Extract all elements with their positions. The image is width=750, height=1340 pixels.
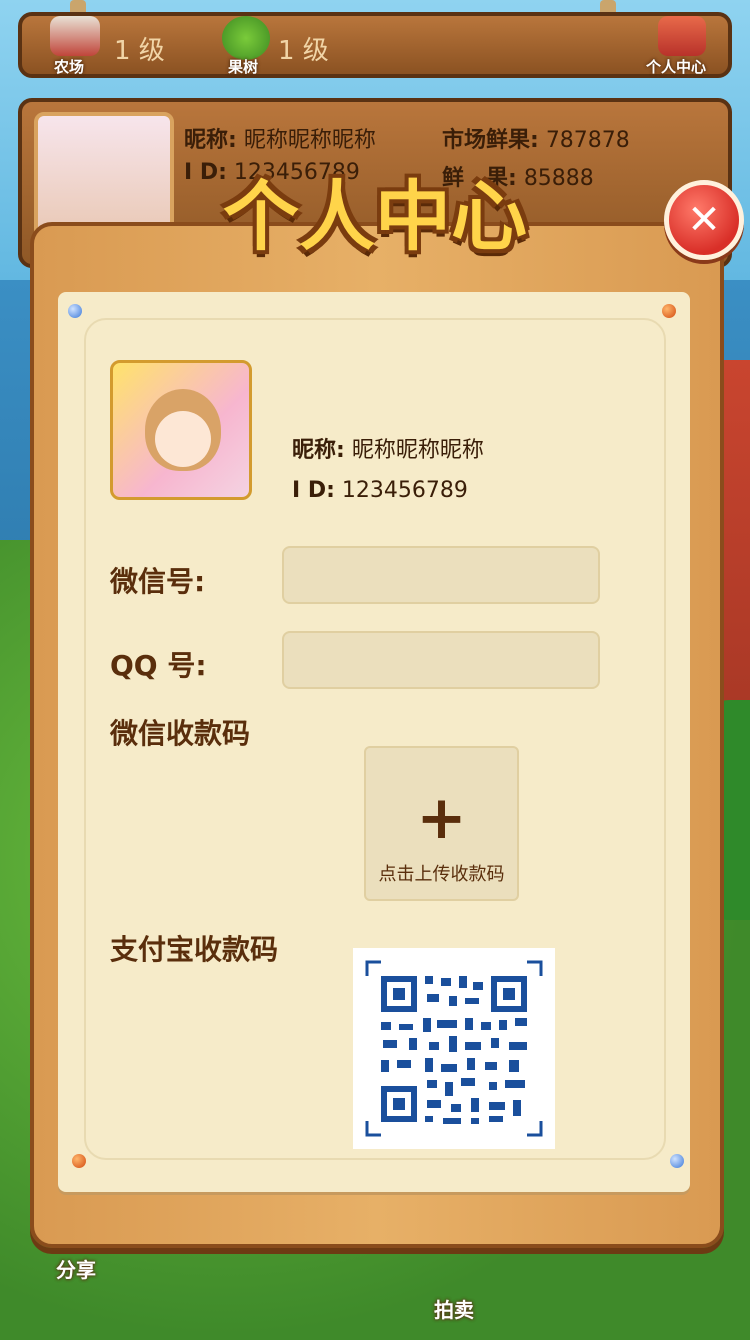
info-nickname-value: 昵称昵称昵称 (243, 128, 376, 153)
modal-title: 个人中心 (223, 172, 527, 261)
orchard-button[interactable]: 果树 (212, 16, 282, 78)
pin-icon (68, 304, 82, 318)
close-icon: ✕ (687, 197, 721, 243)
info-market-fruit-row: 市场鲜果: 787878 (442, 122, 630, 154)
info-market-fruit-value: 787878 (545, 128, 630, 153)
personal-center-button[interactable]: 个人中心 (640, 16, 724, 78)
auction-button[interactable]: 拍卖 (434, 1294, 474, 1323)
profile-nickname-label: 昵称: (292, 438, 345, 463)
profile-id-row: I D: 123456789 (292, 478, 468, 503)
profile-id-label: I D: (292, 478, 335, 503)
profile-nickname-value: 昵称昵称昵称 (351, 438, 484, 463)
alipay-qr-code[interactable] (353, 948, 555, 1149)
plus-icon: + (416, 783, 467, 853)
pin-icon (670, 1154, 684, 1168)
share-button[interactable]: 分享 (56, 1254, 96, 1283)
qr-code-icon (365, 960, 543, 1137)
pin-icon (72, 1154, 86, 1168)
profile-avatar[interactable] (110, 360, 252, 500)
qq-label: QQ 号: (110, 649, 207, 682)
info-market-fruit-label: 市场鲜果: (442, 128, 539, 153)
orchard-label: 果树 (228, 58, 259, 76)
profile-nickname-row: 昵称: 昵称昵称昵称 (292, 432, 484, 464)
qq-input[interactable] (282, 631, 600, 689)
upload-text: 点击上传收款码 (378, 864, 505, 885)
wechat-label: 微信号: (110, 565, 206, 598)
orchard-level: 1 级 (278, 36, 329, 66)
personal-center-label: 个人中心 (646, 58, 707, 76)
wechat-input[interactable] (282, 546, 600, 604)
farm-button[interactable]: 农场 (40, 16, 110, 78)
upload-qr-button[interactable]: + 点击上传收款码 (364, 746, 519, 901)
farm-label: 农场 (54, 58, 85, 76)
info-nickname-row: 昵称: 昵称昵称昵称 (184, 122, 376, 154)
alipay-label: 支付宝收款码 (110, 933, 279, 966)
profile-id-value: 123456789 (341, 478, 468, 503)
info-nickname-label: 昵称: (184, 128, 237, 153)
close-button[interactable]: ✕ (664, 180, 744, 260)
farm-level: 1 级 (114, 36, 165, 66)
pin-icon (662, 304, 676, 318)
barn-icon (50, 16, 100, 56)
fruit-tree-icon (222, 16, 270, 60)
avatar-face (155, 411, 211, 467)
wechat-pay-label: 微信收款码 (110, 717, 251, 750)
house-icon (658, 16, 706, 56)
